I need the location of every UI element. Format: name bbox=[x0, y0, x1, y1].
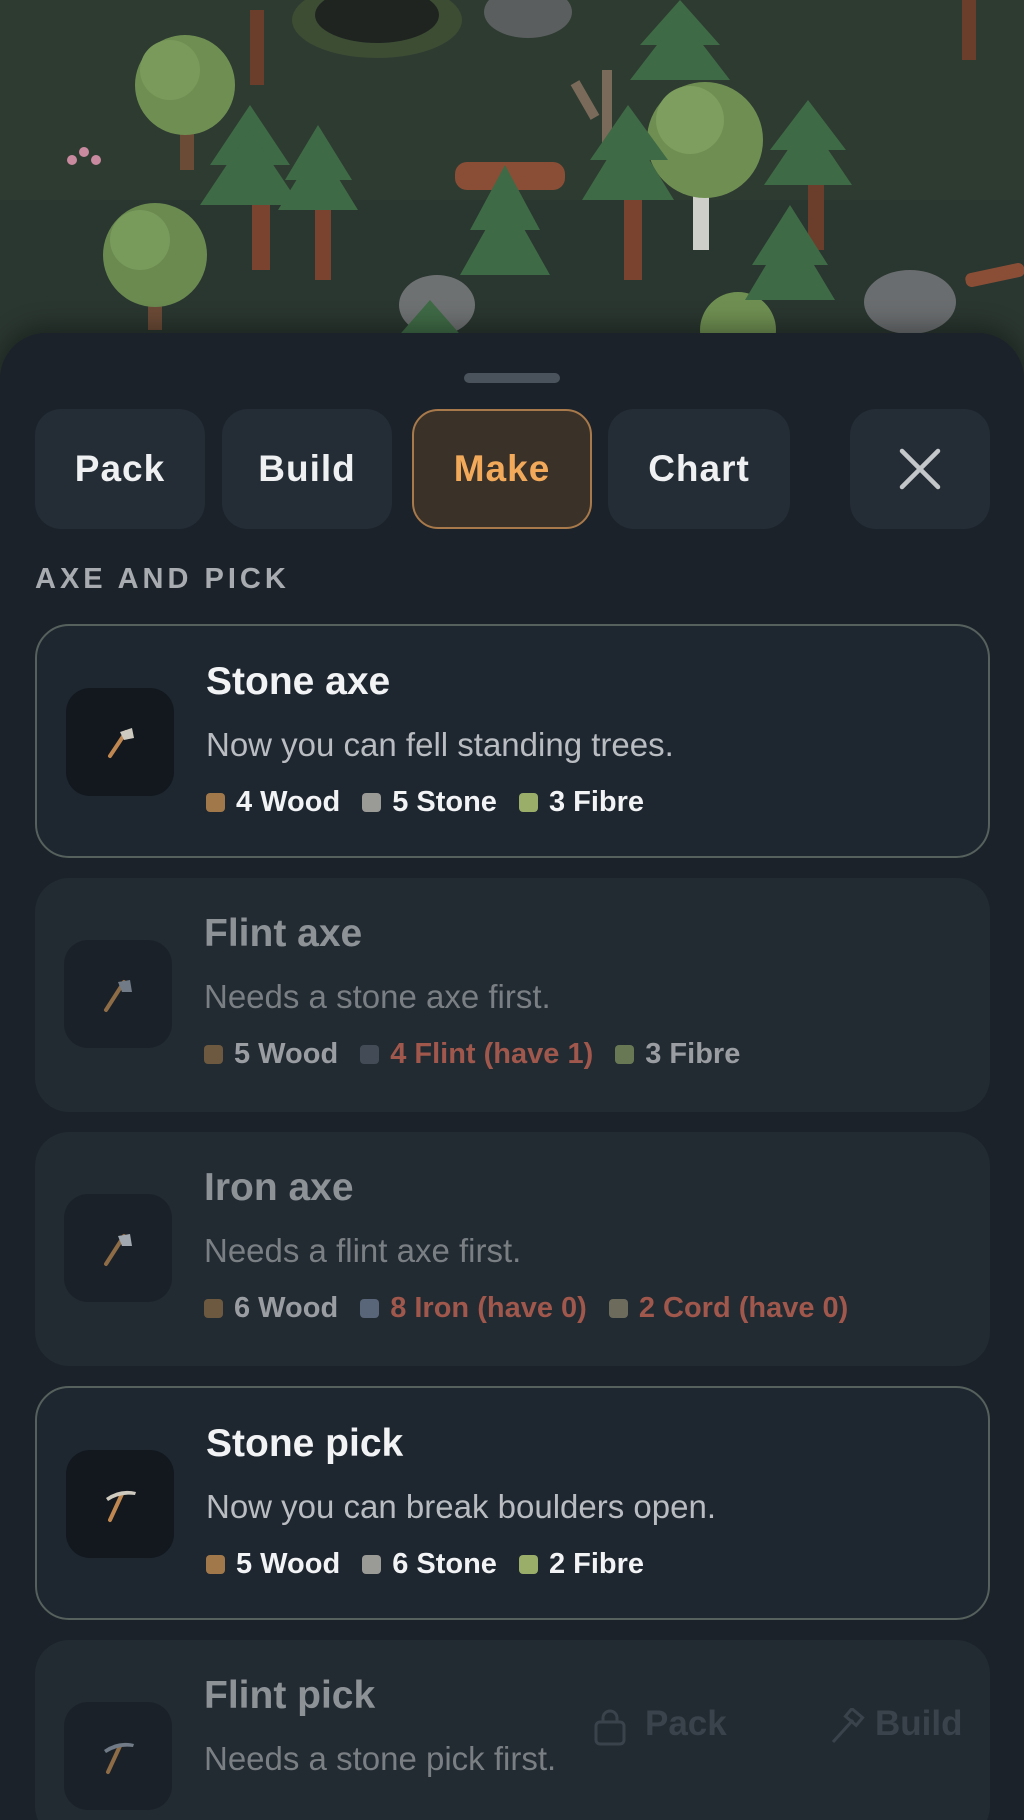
flint-pick-icon bbox=[104, 1742, 134, 1774]
recipe-card-flint-axe[interactable]: Flint axe Needs a stone axe first. 5 Woo… bbox=[35, 878, 990, 1112]
recipe-costs: 4 Wood 5 Stone 3 Fibre bbox=[206, 786, 666, 819]
section-title: AXE AND PICK bbox=[35, 563, 290, 595]
recipe-card-flint-pick[interactable]: Flint pick Needs a stone pick first. bbox=[35, 1640, 990, 1820]
fibre-swatch-icon bbox=[518, 1555, 538, 1574]
cost-item-missing: 8 Iron (have 0) bbox=[360, 1292, 587, 1325]
cost-item: 3 Fibre bbox=[615, 1038, 740, 1071]
sheet-grab-handle[interactable] bbox=[464, 373, 560, 383]
recipe-description: Now you can fell standing trees. bbox=[206, 726, 674, 763]
wood-swatch-icon bbox=[206, 793, 225, 812]
cost-item: 3 Fibre bbox=[518, 786, 644, 819]
fibre-swatch-icon bbox=[615, 1045, 635, 1064]
recipe-name: Iron axe bbox=[204, 1166, 354, 1209]
tab-pack[interactable]: Pack bbox=[35, 409, 205, 529]
iron-axe-icon bbox=[104, 1234, 132, 1266]
recipe-description: Needs a stone axe first. bbox=[204, 978, 551, 1015]
stone-swatch-icon bbox=[362, 793, 382, 812]
cost-item: 5 Wood bbox=[206, 1548, 340, 1581]
recipe-card-stone-axe[interactable]: Stone axe Now you can fell standing tree… bbox=[35, 624, 990, 858]
recipe-name: Flint pick bbox=[204, 1674, 376, 1717]
recipe-description: Needs a flint axe first. bbox=[204, 1232, 522, 1269]
wood-swatch-icon bbox=[204, 1045, 223, 1064]
recipe-icon-box bbox=[64, 940, 172, 1048]
close-icon bbox=[899, 448, 941, 490]
recipe-icon-box bbox=[64, 1702, 172, 1810]
tab-chart[interactable]: Chart bbox=[608, 409, 790, 529]
recipe-description: Now you can break boulders open. bbox=[206, 1488, 716, 1525]
recipe-card-iron-axe[interactable]: Iron axe Needs a flint axe first. 6 Wood… bbox=[35, 1132, 990, 1366]
cost-item: 4 Wood bbox=[206, 786, 340, 819]
cost-item: 6 Stone bbox=[362, 1548, 497, 1581]
cost-item-missing: 2 Cord (have 0) bbox=[608, 1292, 848, 1325]
sheet-tabs: Pack Build Make Chart bbox=[35, 409, 990, 529]
tab-make[interactable]: Make bbox=[412, 409, 592, 529]
recipe-costs: 5 Wood 6 Stone 2 Fibre bbox=[206, 1548, 666, 1581]
recipe-icon-box bbox=[64, 1194, 172, 1302]
fibre-swatch-icon bbox=[518, 793, 538, 812]
recipe-name: Stone pick bbox=[206, 1422, 404, 1465]
recipe-name: Stone axe bbox=[206, 660, 391, 703]
cost-item: 2 Fibre bbox=[518, 1548, 644, 1581]
wood-swatch-icon bbox=[204, 1299, 223, 1318]
stone-pick-icon bbox=[106, 1490, 136, 1522]
close-button[interactable] bbox=[850, 409, 990, 529]
recipe-card-stone-pick[interactable]: Stone pick Now you can break boulders op… bbox=[35, 1386, 990, 1620]
cord-swatch-icon bbox=[608, 1299, 628, 1318]
recipe-costs: 5 Wood 4 Flint (have 1) 3 Fibre bbox=[204, 1038, 762, 1071]
recipe-icon-box bbox=[66, 1450, 174, 1558]
recipe-costs: 6 Wood 8 Iron (have 0) 2 Cord (have 0) bbox=[204, 1292, 870, 1325]
recipe-name: Flint axe bbox=[204, 912, 363, 955]
recipe-description: Needs a stone pick first. bbox=[204, 1740, 557, 1777]
cost-item: 5 Wood bbox=[204, 1038, 338, 1071]
iron-swatch-icon bbox=[360, 1299, 380, 1318]
cost-item-missing: 4 Flint (have 1) bbox=[360, 1038, 593, 1071]
flint-swatch-icon bbox=[360, 1045, 380, 1064]
tab-build[interactable]: Build bbox=[222, 409, 392, 529]
wood-swatch-icon bbox=[206, 1555, 225, 1574]
cost-item: 6 Wood bbox=[204, 1292, 338, 1325]
flint-axe-icon bbox=[104, 980, 132, 1012]
crafting-sheet: Pack Build Make Chart AXE AND PICK Stone… bbox=[0, 333, 1024, 1820]
cost-item: 5 Stone bbox=[362, 786, 497, 819]
recipe-icon-box bbox=[66, 688, 174, 796]
stone-swatch-icon bbox=[362, 1555, 382, 1574]
stone-axe-icon bbox=[108, 728, 134, 758]
